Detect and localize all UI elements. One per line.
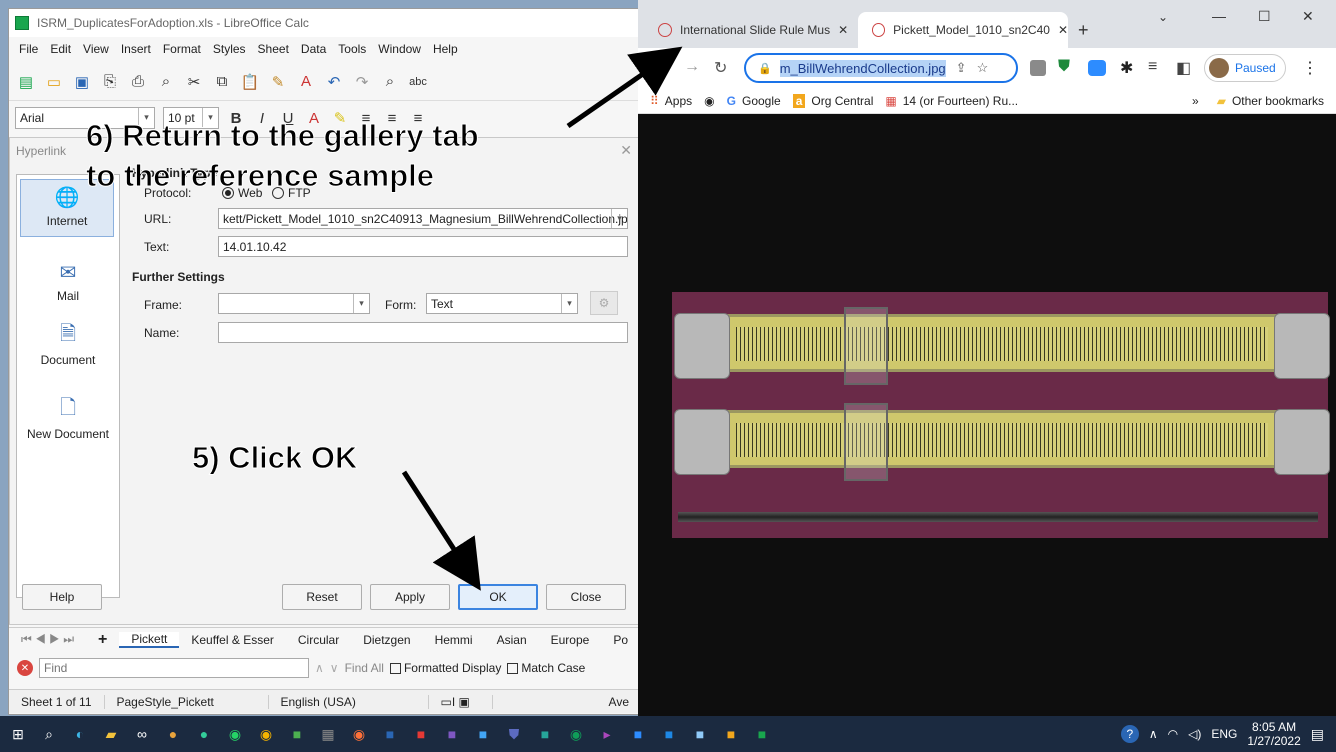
app-icon[interactable]: ■	[718, 721, 744, 747]
edge-icon[interactable]: ◐	[67, 721, 93, 747]
search-icon[interactable]: ⌕	[36, 721, 62, 747]
annotation-step6-line1: 6) Return to the gallery tab	[86, 118, 480, 154]
whatsapp-icon[interactable]: ◉	[222, 721, 248, 747]
app-icon[interactable]: ●	[160, 721, 186, 747]
app-loop-icon[interactable]: ∞	[129, 721, 155, 747]
wifi-icon[interactable]: ◠	[1168, 727, 1178, 741]
help-icon[interactable]: ?	[1120, 725, 1139, 743]
app-icon[interactable]: ◉	[563, 721, 589, 747]
chrome-icon[interactable]: ◉	[253, 721, 279, 747]
chevron-up-icon[interactable]: ∧	[1149, 727, 1158, 741]
app-icon[interactable]: ▦	[315, 721, 341, 747]
arrow-to-gallery-tab	[566, 46, 683, 129]
clock[interactable]: 8:05 AM 1/27/2022	[1247, 720, 1300, 748]
volume-icon[interactable]: ◁)	[1188, 727, 1201, 741]
app-icon[interactable]: ●	[191, 721, 217, 747]
language-indicator[interactable]: ENG	[1211, 727, 1237, 741]
calc-taskbar-icon[interactable]: ■	[749, 721, 775, 747]
app-icon[interactable]: ■	[532, 721, 558, 747]
app-icon[interactable]: ■	[408, 721, 434, 747]
date: 1/27/2022	[1247, 734, 1301, 748]
app-icon[interactable]: ■	[377, 721, 403, 747]
annotation-step5: 5) Click OK	[191, 440, 358, 476]
arrow-to-ok-button	[401, 470, 481, 591]
app-icon[interactable]: ⛊	[501, 721, 527, 747]
system-tray: ? ∧ ◠ ◁) ENG 8:05 AM 1/27/2022 ▤	[1120, 716, 1324, 752]
zoom-app-icon[interactable]: ■	[625, 721, 651, 747]
annotation-arrows	[401, 46, 683, 591]
annotation-step6-line2: to the reference sample	[85, 158, 435, 194]
app-icon[interactable]: ■	[656, 721, 682, 747]
app-icon[interactable]: ■	[284, 721, 310, 747]
app-icon[interactable]: ■	[470, 721, 496, 747]
app-icon[interactable]: ■	[687, 721, 713, 747]
app-icon[interactable]: ■	[439, 721, 465, 747]
firefox-icon[interactable]: ◉	[346, 721, 372, 747]
file-explorer-icon[interactable]: ▰	[98, 721, 124, 747]
taskbar: ⊞ ⌕ ◐ ▰ ∞ ● ● ◉ ◉ ■ ▦ ◉ ■ ■ ■ ■ ⛊ ■ ◉ ▸ …	[0, 716, 1336, 752]
notifications-icon[interactable]: ▤	[1311, 726, 1324, 743]
time: 8:05 AM	[1252, 720, 1297, 734]
windows-start-icon[interactable]: ⊞	[5, 721, 31, 747]
app-icon[interactable]: ▸	[594, 721, 620, 747]
